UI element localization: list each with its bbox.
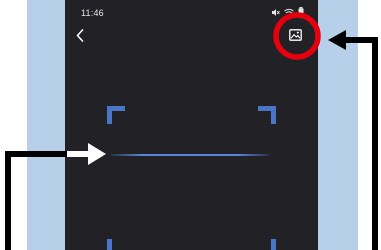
scan-frame-corner-top-right [258, 106, 276, 124]
phone-screen: 11:46 [65, 0, 318, 250]
image-gallery-icon [288, 29, 302, 41]
scan-frame-corner-top-left [107, 106, 125, 124]
back-button[interactable] [73, 27, 87, 43]
chevron-left-icon [76, 28, 84, 42]
status-icons [271, 6, 304, 18]
battery-icon [298, 7, 304, 17]
scan-line [111, 154, 269, 156]
gallery-button[interactable] [287, 27, 303, 43]
scan-frame-corner-bottom-left [107, 239, 125, 250]
scan-frame-corner-bottom-right [258, 239, 276, 250]
wifi-icon [284, 8, 294, 16]
mute-icon [272, 8, 280, 16]
screenshot-canvas: 11:46 [0, 0, 381, 250]
status-time: 11:46 [81, 8, 104, 18]
